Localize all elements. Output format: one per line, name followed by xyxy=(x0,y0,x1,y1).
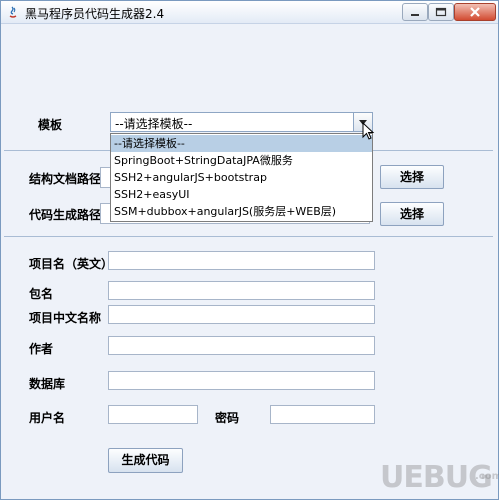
window-title: 黑马程序员代码生成器2.4 xyxy=(25,7,165,21)
maximize-button[interactable] xyxy=(428,3,454,21)
database-input[interactable] xyxy=(108,371,375,390)
maximize-icon xyxy=(435,7,447,17)
minimize-button[interactable] xyxy=(402,3,428,21)
template-label: 模板 xyxy=(38,118,63,132)
package-label: 包名 xyxy=(29,287,54,301)
author-label: 作者 xyxy=(29,342,54,356)
close-button[interactable] xyxy=(454,3,496,21)
template-select-value: --请选择模板-- xyxy=(115,117,193,131)
package-input[interactable] xyxy=(108,281,375,300)
template-select[interactable]: --请选择模板-- xyxy=(110,112,373,132)
template-option[interactable]: SSH2+angularJS+bootstrap xyxy=(111,169,372,186)
template-option[interactable]: --请选择模板-- xyxy=(111,135,372,152)
author-input[interactable] xyxy=(108,336,375,355)
project-name-cn-input[interactable] xyxy=(108,305,375,324)
mouse-cursor-icon xyxy=(362,122,375,140)
project-name-en-input[interactable] xyxy=(108,251,375,270)
title-bar: 黑马程序员代码生成器2.4 xyxy=(1,1,498,24)
username-label: 用户名 xyxy=(29,411,66,425)
template-option[interactable]: SSM+dubbox+angularJS(服务层+WEB层) xyxy=(111,203,372,220)
output-path-label: 代码生成路径 xyxy=(29,208,102,222)
project-name-cn-label: 项目中文名称 xyxy=(29,311,102,325)
password-label: 密码 xyxy=(215,411,240,425)
template-option[interactable]: SSH2+easyUI xyxy=(111,186,372,203)
generate-code-button[interactable]: 生成代码 xyxy=(108,448,183,473)
app-window: 黑马程序员代码生成器2.4 xyxy=(0,0,499,500)
username-input[interactable] xyxy=(108,405,198,424)
minimize-icon xyxy=(411,14,419,16)
project-name-en-label: 项目名（英文） xyxy=(29,257,114,271)
template-dropdown-list: --请选择模板-- SpringBoot+StringDataJPA微服务 SS… xyxy=(110,133,373,222)
struct-path-label: 结构文档路径 xyxy=(29,172,102,186)
section-divider xyxy=(4,236,493,237)
choose-struct-path-button[interactable]: 选择 xyxy=(380,165,444,189)
password-input[interactable] xyxy=(270,405,375,424)
template-option[interactable]: SpringBoot+StringDataJPA微服务 xyxy=(111,152,372,169)
watermark-suffix: .com xyxy=(475,471,499,482)
choose-output-path-button[interactable]: 选择 xyxy=(380,202,444,226)
java-app-icon xyxy=(9,6,17,18)
database-label: 数据库 xyxy=(29,377,66,391)
close-icon xyxy=(470,7,480,17)
